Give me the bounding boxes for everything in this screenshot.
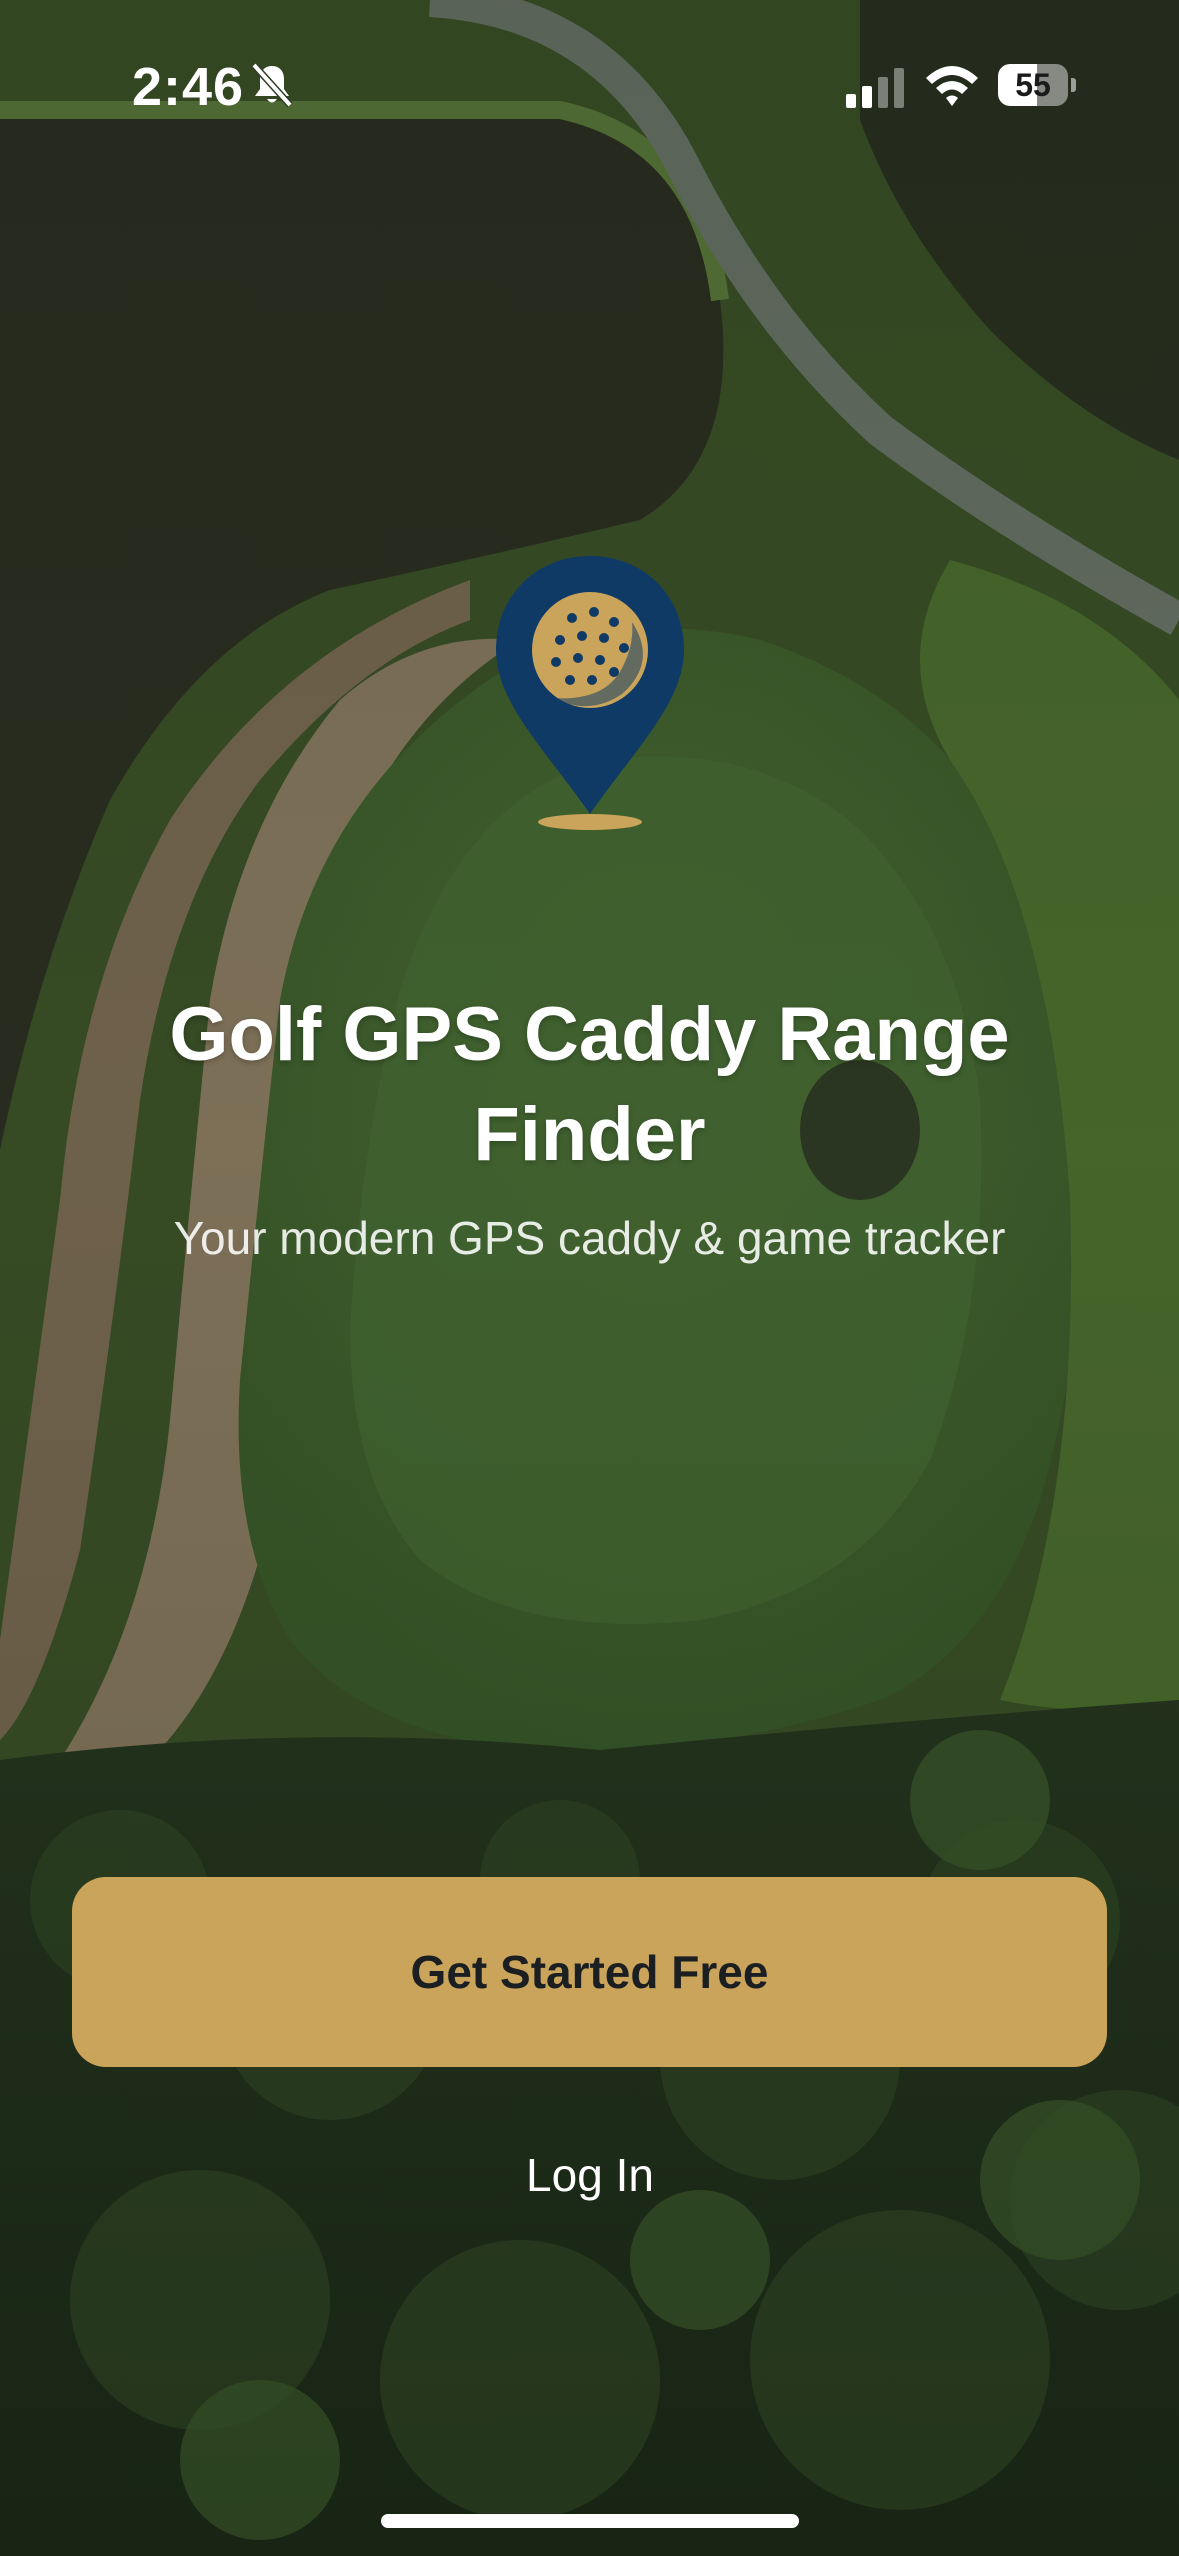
home-indicator[interactable] — [381, 2514, 799, 2528]
battery-cap — [1071, 78, 1076, 92]
map-pin-golf-ball-icon — [496, 556, 684, 830]
status-bar: 2:46 55 — [0, 0, 1179, 170]
battery-body: 55 — [998, 64, 1068, 106]
app-title: Golf GPS Caddy Range Finder — [169, 992, 1010, 1177]
battery-icon: 55 — [998, 64, 1076, 106]
wifi-icon — [926, 66, 978, 106]
onboarding-screen: 2:46 55 Golf GPS Caddy Range Finder Your… — [0, 0, 1179, 2556]
cellular-signal-icon — [846, 68, 904, 108]
battery-level: 55 — [1015, 67, 1051, 103]
pin-shadow — [538, 814, 642, 830]
app-subtitle: Your modern GPS caddy & game tracker — [173, 1212, 1006, 1264]
log-in-link[interactable]: Log In — [440, 2140, 740, 2210]
get-started-button[interactable]: Get Started Free — [72, 1877, 1107, 2067]
status-time: 2:46 — [132, 57, 245, 117]
bell-slash-icon — [251, 62, 293, 108]
